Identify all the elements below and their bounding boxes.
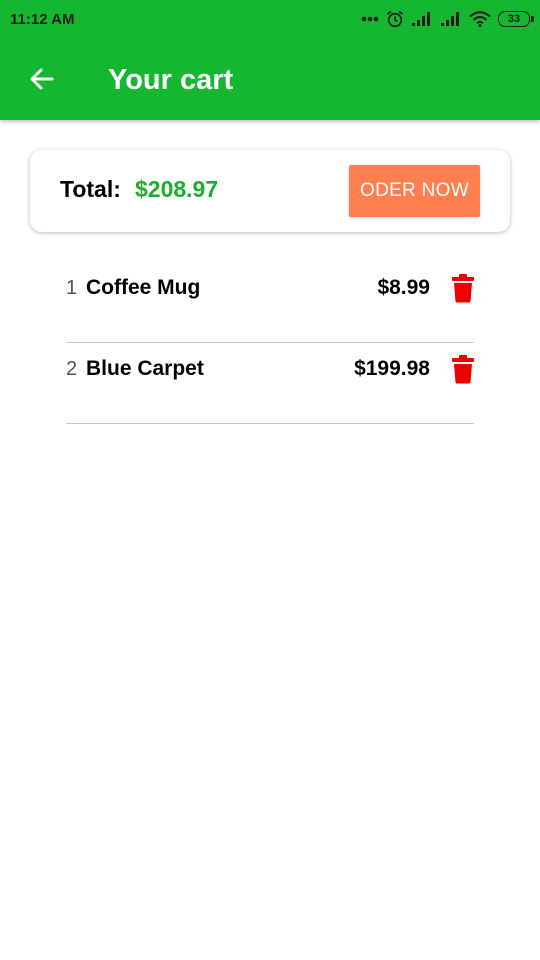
- cart-list: 1 Coffee Mug $8.99 2 Blue Carpet $199.98: [66, 262, 474, 424]
- item-price: $199.98: [354, 357, 430, 380]
- back-button[interactable]: [26, 62, 60, 96]
- total-label: Total:: [60, 176, 121, 202]
- alarm-icon: [387, 10, 403, 28]
- more-dots-icon: [361, 16, 379, 22]
- arrow-left-icon: [30, 68, 54, 90]
- trash-icon: [452, 274, 474, 303]
- status-icons: 33: [361, 10, 534, 28]
- signal-icon: [412, 12, 430, 26]
- item-index: 1: [66, 277, 78, 299]
- total-card: Total: $208.97 ODER NOW: [30, 150, 510, 232]
- signal-icon: [441, 12, 459, 26]
- list-item: 2 Blue Carpet $199.98: [66, 343, 474, 424]
- item-price: $8.99: [377, 276, 430, 299]
- list-item: 1 Coffee Mug $8.99: [66, 262, 474, 343]
- item-name: Blue Carpet: [86, 357, 204, 380]
- item-index: 2: [66, 358, 78, 380]
- item-name: Coffee Mug: [86, 276, 201, 299]
- battery-icon: 33: [498, 11, 534, 27]
- trash-icon: [452, 355, 474, 384]
- status-time: 11:12 AM: [10, 10, 75, 28]
- page-title: Your cart: [108, 64, 234, 96]
- delete-item-button[interactable]: [452, 273, 474, 303]
- wifi-icon: [469, 11, 491, 27]
- app-bar: Your cart: [0, 38, 540, 120]
- status-bar: 11:12 AM 33: [0, 0, 540, 38]
- order-now-button[interactable]: ODER NOW: [349, 165, 480, 217]
- delete-item-button[interactable]: [452, 354, 474, 384]
- total-amount: $208.97: [135, 176, 219, 202]
